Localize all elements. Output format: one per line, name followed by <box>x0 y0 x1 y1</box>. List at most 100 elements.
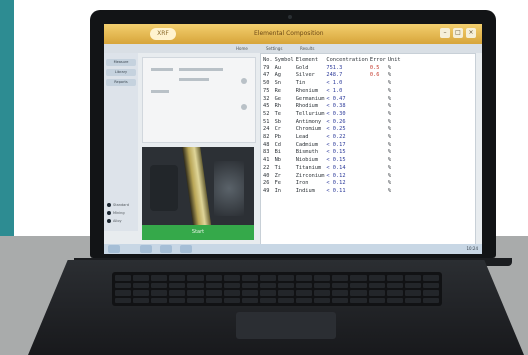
tab-settings[interactable]: Settings <box>266 45 282 52</box>
keyboard-key <box>296 282 313 288</box>
cell-concentration: < 0.15 <box>326 157 346 164</box>
sidebar-button-reports[interactable]: Reports <box>106 79 136 86</box>
app-toolbar: Home Settings Results <box>104 44 482 53</box>
table-row[interactable]: 79 Au Gold 751.3 0.5% <box>263 65 403 73</box>
header-element: Element <box>295 57 319 63</box>
keyboard-key <box>404 297 421 303</box>
keyboard-key <box>223 282 240 288</box>
keyboard <box>112 272 442 306</box>
window-controls: – □ × <box>440 28 476 38</box>
option-mining[interactable]: Mining <box>107 211 125 215</box>
cell-unit: % <box>387 164 392 171</box>
table-row[interactable]: 50 Sn Tin < 1.0% <box>263 80 403 88</box>
keyboard-key <box>187 297 204 303</box>
header-no: No. <box>263 57 273 63</box>
cell-no: 75 <box>263 87 270 94</box>
keyboard-key <box>259 275 276 281</box>
keyboard-key <box>187 282 204 288</box>
option-label: Mining <box>113 211 125 215</box>
settings-field[interactable] <box>179 78 209 81</box>
cell-concentration: < 1.0 <box>326 80 343 87</box>
keyboard-key <box>187 290 204 296</box>
cell-no: 45 <box>263 103 270 110</box>
cell-unit: % <box>387 187 392 194</box>
cell-unit: % <box>387 118 392 125</box>
cell-concentration: 248.7 <box>326 72 343 79</box>
keyboard-key <box>350 290 367 296</box>
taskbar-app-icon[interactable] <box>160 245 172 253</box>
cell-unit: % <box>387 141 392 148</box>
cell-no: 50 <box>263 80 270 87</box>
option-label: Alloy <box>113 219 122 223</box>
keyboard-key <box>115 290 132 296</box>
taskbar-app-icon[interactable] <box>140 245 152 253</box>
keyboard-key <box>169 275 186 281</box>
info-icon[interactable] <box>241 78 247 84</box>
keyboard-key <box>115 282 132 288</box>
keyboard-key <box>223 290 240 296</box>
keyboard-key <box>241 282 258 288</box>
table-row[interactable]: 75 Re Rhenium < 1.0% <box>263 88 403 96</box>
sidebar-button-library[interactable]: Library <box>106 69 136 76</box>
table-row[interactable]: 48 Cd Cadmium < 0.17% <box>263 142 403 150</box>
start-menu-icon[interactable] <box>108 245 120 253</box>
maximize-button[interactable]: □ <box>453 28 463 38</box>
close-button[interactable]: × <box>466 28 476 38</box>
start-measurement-button[interactable]: Start <box>142 225 254 240</box>
keyboard-key <box>151 282 168 288</box>
keyboard-key <box>115 297 132 303</box>
cell-error <box>370 149 388 157</box>
cell-element: Niobium <box>295 157 319 164</box>
cell-element: Zirconium <box>295 172 325 179</box>
window-title: Elemental Composition <box>254 30 324 37</box>
keyboard-key <box>169 297 186 303</box>
refresh-icon[interactable] <box>241 104 247 110</box>
table-row[interactable]: 83 Bi Bismuth < 0.15% <box>263 149 403 157</box>
table-row[interactable]: 82 Pb Lead < 0.22% <box>263 134 403 142</box>
table-row[interactable]: 40 Zr Zirconium < 0.12% <box>263 173 403 181</box>
cell-concentration: < 0.11 <box>326 187 346 194</box>
table-row[interactable]: 32 Ge Germanium < 0.47% <box>263 96 403 104</box>
keyboard-key <box>386 297 403 303</box>
tab-home[interactable]: Home <box>236 45 248 52</box>
cell-symbol: Ti <box>274 164 281 171</box>
option-alloy[interactable]: Alloy <box>107 219 122 223</box>
keyboard-key <box>332 275 349 281</box>
cell-unit: % <box>387 95 392 102</box>
keyboard-key <box>386 290 403 296</box>
keyboard-key <box>277 297 295 303</box>
cell-element: Bismuth <box>295 149 319 156</box>
cell-no: 40 <box>263 172 270 179</box>
keyboard-key <box>259 290 276 296</box>
keyboard-key <box>223 275 240 281</box>
table-row[interactable]: 52 Te Tellurium < 0.30% <box>263 111 403 119</box>
minimize-button[interactable]: – <box>440 28 450 38</box>
settings-field[interactable] <box>179 68 223 71</box>
sample-shadow <box>150 165 178 211</box>
table-row[interactable]: 49 In Indium < 0.11% <box>263 188 403 196</box>
sidebar-button-measure[interactable]: Measure <box>106 59 136 66</box>
cell-symbol: Cr <box>274 126 281 133</box>
keyboard-key <box>205 290 222 296</box>
table-row[interactable]: 24 Cr Chromium < 0.25% <box>263 126 403 134</box>
cell-concentration: 751.3 <box>326 64 343 71</box>
header-unit: Unit <box>387 57 401 63</box>
tab-results[interactable]: Results <box>300 45 314 52</box>
keyboard-key <box>205 282 222 288</box>
table-row[interactable]: 26 Fe Iron < 0.12% <box>263 180 403 188</box>
taskbar-app-icon[interactable] <box>180 245 192 253</box>
cell-error <box>370 88 388 96</box>
table-row[interactable]: 22 Ti Titanium < 0.14% <box>263 165 403 173</box>
laptop-lid: XRF Elemental Composition – □ × Home Set… <box>90 10 496 258</box>
table-row[interactable]: 45 Rh Rhodium < 0.38% <box>263 103 403 111</box>
keyboard-key <box>151 275 168 281</box>
keyboard-key <box>223 297 240 303</box>
header-error: Error <box>369 57 386 63</box>
keyboard-key <box>241 290 258 296</box>
taskbar: 10:24 <box>104 244 482 254</box>
table-row[interactable]: 51 Sb Antimony < 0.26% <box>263 119 403 127</box>
table-row[interactable]: 47 Ag Silver 248.7 0.6% <box>263 72 403 80</box>
table-row[interactable]: 41 Nb Niobium < 0.15% <box>263 157 403 165</box>
option-standard[interactable]: Standard <box>107 203 129 207</box>
cell-unit: % <box>387 64 392 71</box>
